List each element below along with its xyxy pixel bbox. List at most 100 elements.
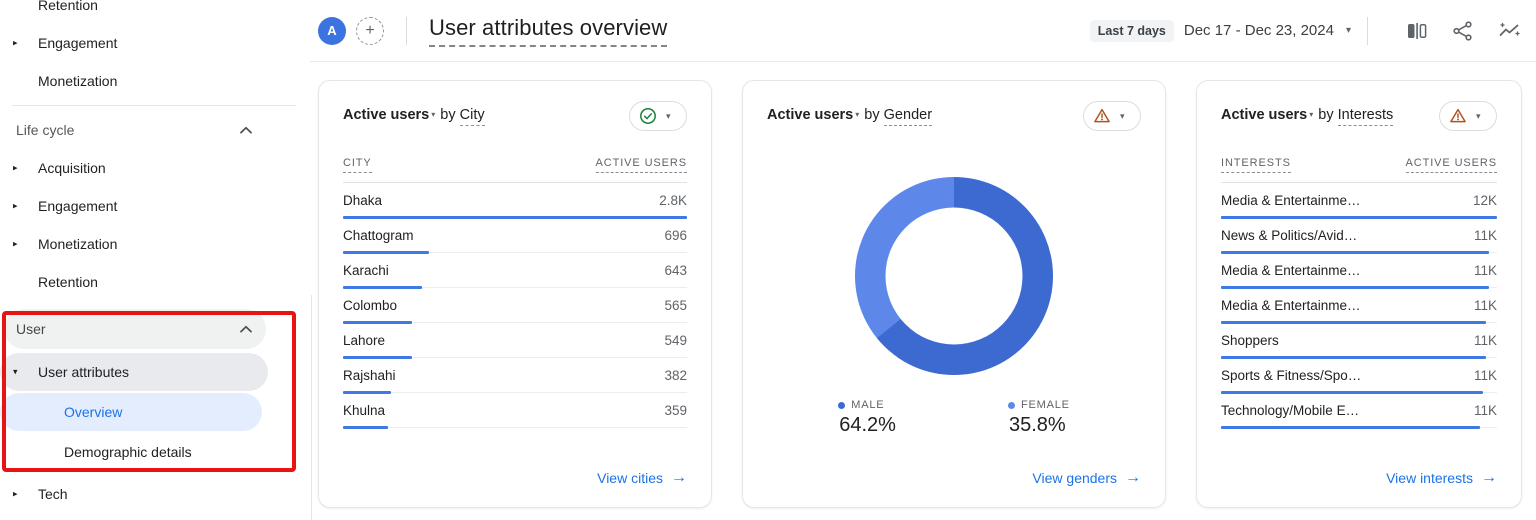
gender-legend: MALE 64.2% FEMALE 35.8% bbox=[767, 399, 1141, 437]
interest-name: Media & Entertainme… bbox=[1221, 192, 1361, 208]
caret-down-icon[interactable]: ▾ bbox=[1346, 25, 1351, 36]
city-name: Lahore bbox=[343, 332, 386, 348]
table-row[interactable]: Karachi 643 bbox=[343, 253, 687, 289]
table-header: CITY ACTIVE USERS bbox=[343, 157, 687, 183]
check-circle-icon bbox=[640, 108, 656, 124]
sidebar-item-tech[interactable]: ▸ Tech bbox=[0, 475, 310, 513]
sidebar-item-engagement[interactable]: ▸ Engagement bbox=[0, 187, 310, 225]
dimension-selector[interactable]: Interests bbox=[1337, 107, 1394, 126]
sidebar-item-label: Demographic details bbox=[64, 444, 192, 460]
sidebar-item-acquisition[interactable]: ▸ Acquisition bbox=[0, 149, 310, 187]
interest-value: 11K bbox=[1473, 402, 1497, 418]
add-comparison-button[interactable]: + bbox=[356, 16, 384, 45]
interest-value: 11K bbox=[1473, 297, 1497, 313]
table-row[interactable]: Media & Entertainme… 11K bbox=[1221, 253, 1497, 289]
table-row[interactable]: Chattogram 696 bbox=[343, 218, 687, 254]
table-row[interactable]: Dhaka 2.8K bbox=[343, 183, 687, 219]
metric-selector[interactable]: Active users bbox=[343, 107, 429, 123]
sidebar-item-label: Retention bbox=[38, 0, 98, 13]
arrow-right-icon: → bbox=[1125, 469, 1141, 486]
dimension-selector[interactable]: Gender bbox=[883, 107, 933, 126]
city-name: Colombo bbox=[343, 297, 398, 313]
column-header-city[interactable]: CITY bbox=[343, 157, 372, 173]
arrow-right-icon: → bbox=[671, 469, 687, 486]
table-header: INTERESTS ACTIVE USERS bbox=[1221, 157, 1497, 183]
caret-right-icon: ▸ bbox=[13, 162, 18, 173]
female-label: FEMALE bbox=[1020, 399, 1070, 411]
table-row[interactable]: Lahore 549 bbox=[343, 323, 687, 359]
table-row[interactable]: Media & Entertainme… 12K bbox=[1221, 183, 1497, 219]
sidebar-item-engagement-top[interactable]: ▸ Engagement bbox=[0, 24, 310, 62]
metric-selector[interactable]: Active users bbox=[1221, 107, 1307, 123]
sidebar-item-label: Overview bbox=[64, 404, 123, 420]
insights-icon[interactable] bbox=[1496, 18, 1522, 44]
view-cities-link[interactable]: View cities → bbox=[597, 469, 687, 487]
female-percentage: 35.8% bbox=[1008, 414, 1066, 436]
city-name: Rajshahi bbox=[343, 367, 396, 383]
table-row[interactable]: Technology/Mobile E… 11K bbox=[1221, 393, 1497, 429]
header-divider bbox=[1367, 16, 1368, 45]
caret-right-icon: ▸ bbox=[13, 238, 18, 249]
caret-right-icon: ▸ bbox=[13, 200, 18, 211]
sidebar-item-retention-top[interactable]: Retention bbox=[0, 0, 310, 24]
city-value: 549 bbox=[664, 332, 687, 348]
data-quality-dropdown[interactable]: ▾ bbox=[629, 101, 687, 131]
caret-right-icon: ▸ bbox=[13, 488, 18, 499]
report-header: A + User attributes overview Last 7 days… bbox=[310, 0, 1536, 62]
male-label: MALE bbox=[851, 399, 885, 411]
avatar[interactable]: A bbox=[318, 16, 346, 45]
city-name: Karachi bbox=[343, 262, 389, 278]
chevron-up-icon bbox=[240, 126, 252, 134]
card-title-by: by bbox=[1318, 107, 1334, 123]
page-title[interactable]: User attributes overview bbox=[429, 15, 668, 47]
interest-value: 11K bbox=[1473, 227, 1497, 243]
caret-right-icon: ▸ bbox=[13, 37, 18, 48]
sidebar-divider bbox=[12, 105, 296, 106]
data-quality-dropdown[interactable]: ▾ bbox=[1083, 101, 1141, 131]
sidebar-item-label: Engagement bbox=[38, 198, 118, 214]
table-row[interactable]: Sports & Fitness/Spo… 11K bbox=[1221, 358, 1497, 394]
sidebar-scrollbar[interactable] bbox=[311, 295, 312, 520]
arrow-right-icon: → bbox=[1481, 469, 1497, 486]
table-row[interactable]: News & Politics/Avid… 11K bbox=[1221, 218, 1497, 254]
column-header-interests[interactable]: INTERESTS bbox=[1221, 157, 1291, 173]
share-icon[interactable] bbox=[1450, 18, 1476, 44]
header-divider bbox=[406, 16, 407, 45]
table-row[interactable]: Shoppers 11K bbox=[1221, 323, 1497, 359]
caret-down-icon: ▾ bbox=[13, 366, 18, 377]
caret-down-icon: ▾ bbox=[1476, 110, 1481, 121]
compare-icon[interactable] bbox=[1404, 18, 1430, 44]
sidebar-item-demographic-details[interactable]: Demographic details bbox=[0, 433, 262, 471]
date-preset-badge: Last 7 days bbox=[1089, 19, 1174, 42]
interest-name: Media & Entertainme… bbox=[1221, 297, 1361, 313]
city-value: 2.8K bbox=[659, 192, 687, 208]
column-header-active-users[interactable]: ACTIVE USERS bbox=[1405, 157, 1497, 173]
city-value: 382 bbox=[664, 367, 687, 383]
sidebar-section-user[interactable]: User bbox=[4, 309, 266, 349]
table-row[interactable]: Rajshahi 382 bbox=[343, 358, 687, 394]
sidebar-item-label: Tech bbox=[38, 486, 68, 502]
table-row[interactable]: Khulna 359 bbox=[343, 393, 687, 429]
interest-name: Shoppers bbox=[1221, 332, 1279, 348]
dimension-selector[interactable]: City bbox=[459, 107, 485, 126]
card-title: Active users ▾ by Gender bbox=[767, 101, 933, 126]
view-link-label: View genders bbox=[1032, 470, 1117, 486]
sidebar-section-life-cycle[interactable]: Life cycle bbox=[0, 111, 310, 149]
gender-donut-chart[interactable] bbox=[855, 177, 1053, 375]
view-interests-link[interactable]: View interests → bbox=[1386, 469, 1497, 487]
table-row[interactable]: Colombo 565 bbox=[343, 288, 687, 324]
sidebar-item-user-attributes[interactable]: ▾ User attributes bbox=[0, 353, 268, 391]
date-range-selector[interactable]: Dec 17 - Dec 23, 2024 bbox=[1184, 22, 1334, 39]
sidebar-item-retention[interactable]: Retention bbox=[0, 263, 310, 301]
data-quality-dropdown[interactable]: ▾ bbox=[1439, 101, 1497, 131]
table-row[interactable]: Media & Entertainme… 11K bbox=[1221, 288, 1497, 324]
sidebar-item-monetization-top[interactable]: Monetization bbox=[0, 62, 310, 100]
metric-selector[interactable]: Active users bbox=[767, 107, 853, 123]
chevron-up-icon bbox=[240, 325, 252, 333]
sidebar-item-overview[interactable]: Overview bbox=[0, 393, 262, 431]
card-title: Active users ▾ by City bbox=[343, 101, 485, 126]
sidebar-item-monetization[interactable]: ▸ Monetization bbox=[0, 225, 310, 263]
column-header-active-users[interactable]: ACTIVE USERS bbox=[595, 157, 687, 173]
sidebar-item-label: Monetization bbox=[38, 236, 118, 252]
view-genders-link[interactable]: View genders → bbox=[1032, 469, 1141, 487]
